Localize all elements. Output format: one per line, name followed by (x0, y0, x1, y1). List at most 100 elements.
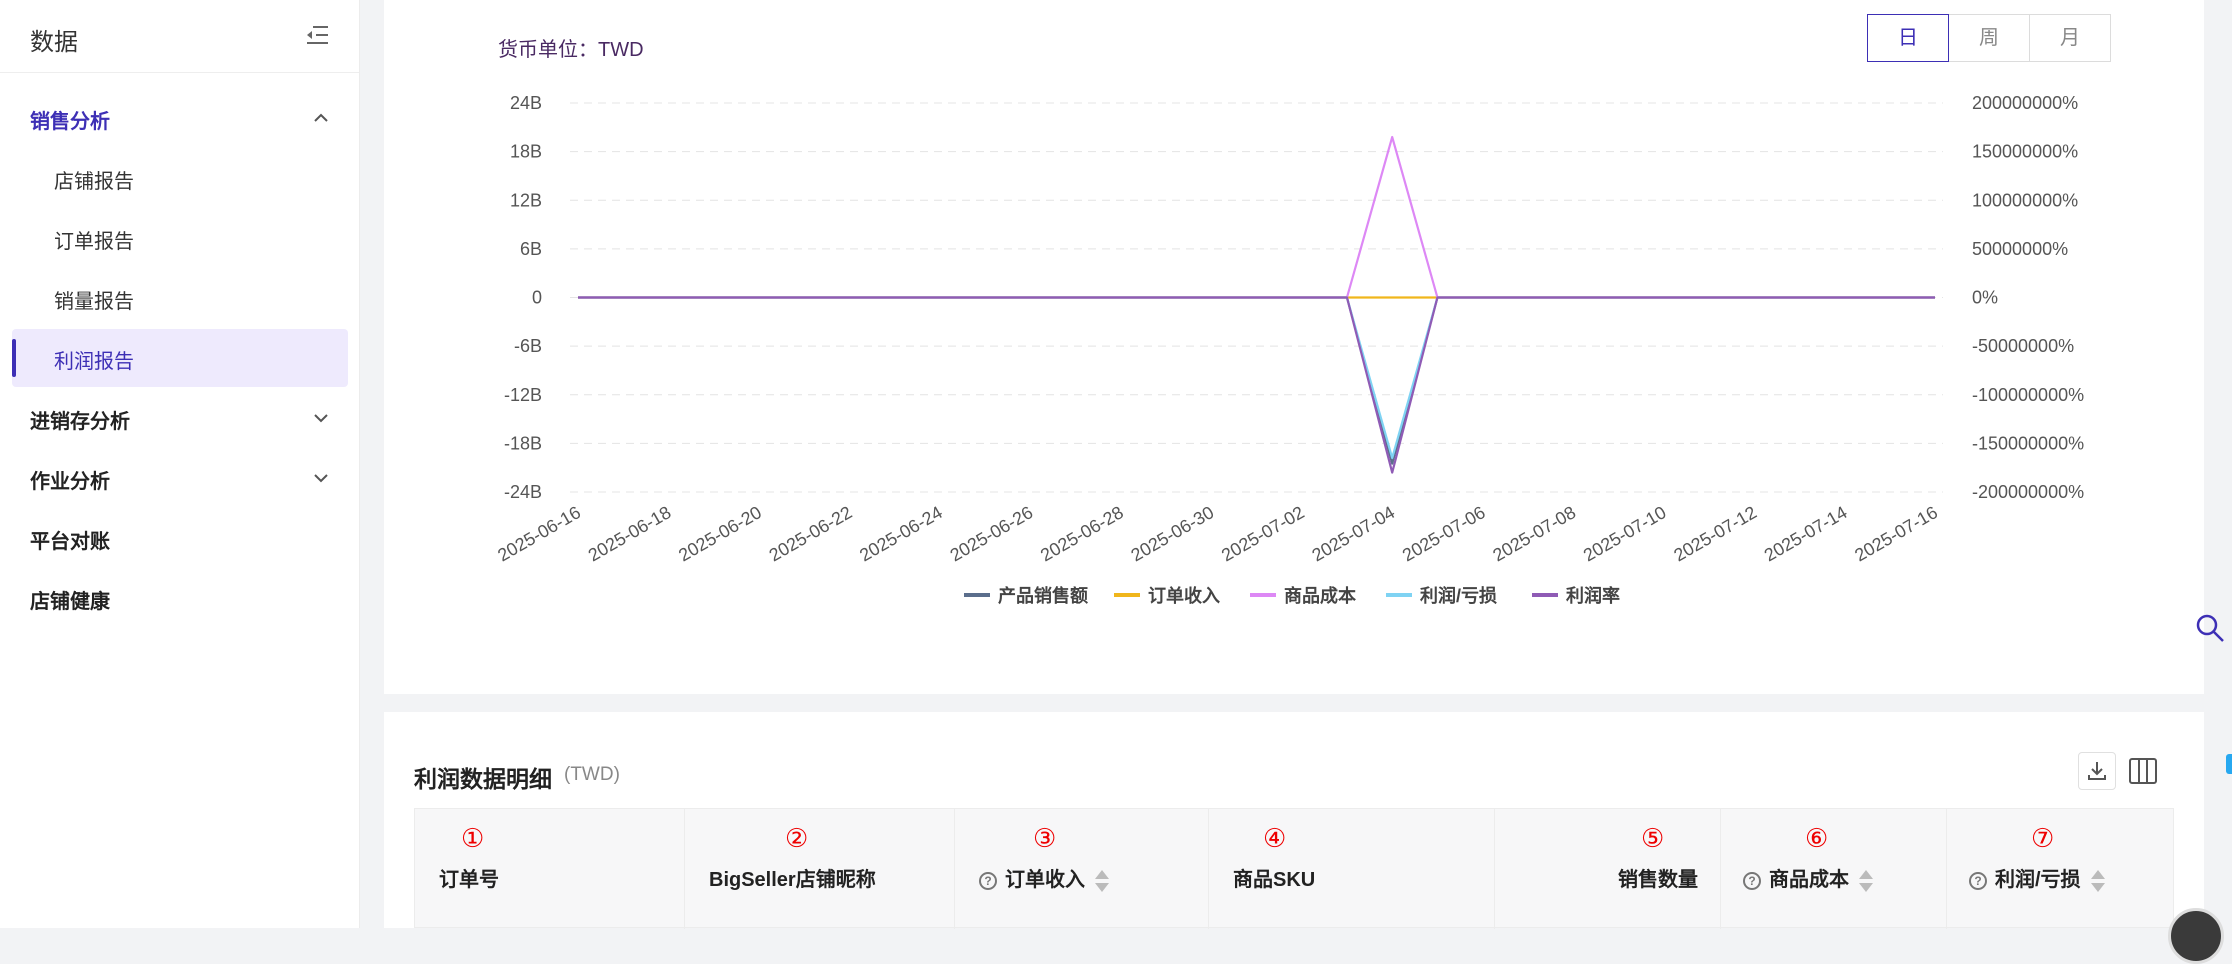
y-left-tick-label: -12B (504, 385, 542, 405)
x-tick-label: 2025-07-08 (1489, 502, 1579, 565)
column-marker: ⑤ (1641, 823, 1665, 853)
column-header-label: 销售数量 (1618, 869, 1698, 891)
y-right-tick-label: -50000000% (1972, 336, 2074, 356)
x-tick-label: 2025-07-12 (1670, 502, 1760, 565)
series-line (578, 135, 1935, 299)
column-header-label: 商品SKU (1233, 869, 1316, 891)
selected-indicator (12, 339, 16, 377)
column-marker: ① (461, 823, 485, 853)
y-left-tick-label: 12B (510, 190, 542, 210)
column-sales-qty: ⑤ 销售数量 (1495, 809, 1721, 929)
column-header-label: 利润/亏损 (1995, 869, 2081, 891)
sidebar-header: 数据 (0, 0, 359, 73)
chevron-down-icon (314, 474, 328, 483)
column-marker: ② (785, 823, 809, 853)
sidebar-item-store-health[interactable]: 店铺健康 (0, 569, 360, 627)
x-tick-label: 2025-06-16 (494, 502, 584, 565)
sort-icon[interactable] (2090, 869, 2105, 893)
y-right-tick-label: -100000000% (1972, 385, 2084, 405)
x-tick-label: 2025-06-22 (766, 502, 856, 565)
x-tick-label: 2025-06-18 (585, 502, 675, 565)
sidebar-item-sales-volume-report[interactable]: 销量报告 (12, 269, 348, 327)
profit-detail-card: 利润数据明细 (TWD) ① 订单号 ② BigSeller店铺昵称 ③ ? 订单… (384, 712, 2204, 929)
profit-line-chart: 24B 200000000% 18B 150000000% 12B 100000000% 6… (494, 93, 2084, 606)
sidebar-item-inventory-analysis[interactable]: 进销存分析 (0, 389, 360, 447)
sidebar-item-platform-reconciliation[interactable]: 平台对账 (0, 509, 360, 567)
y-left-tick-label: 0 (532, 288, 542, 308)
x-tick-label: 2025-07-10 (1580, 502, 1670, 565)
column-profit-loss[interactable]: ⑦ ? 利润/亏损 (1947, 809, 2175, 929)
y-right-tick-label: 0% (1972, 288, 1998, 308)
sidebar-item-label: 销售分析 (30, 111, 110, 133)
x-tick-label: 2025-06-28 (1037, 502, 1127, 565)
chart-card: 货币单位：TWD 日 周 月 24B 200000000% 18B 150000000… (384, 0, 2204, 694)
sidebar-item-label: 店铺健康 (30, 591, 110, 613)
y-left-tick-label: -6B (514, 336, 542, 356)
column-header-label: 订单号 (439, 869, 499, 891)
download-icon (2088, 762, 2106, 780)
series-line (578, 296, 1935, 465)
sidebar-item-label: 进销存分析 (30, 411, 130, 433)
x-tick-label: 2025-07-02 (1218, 502, 1308, 565)
table-header: ① 订单号 ② BigSeller店铺昵称 ③ ? 订单收入 ④ 商品SKU ⑤ … (414, 808, 2175, 929)
help-icon[interactable]: ? (979, 871, 997, 890)
help-icon[interactable]: ? (1743, 871, 1761, 890)
sidebar-item-profit-report[interactable]: 利润报告 (12, 329, 348, 387)
y-right-tick-label: -150000000% (1972, 433, 2084, 453)
sidebar-item-operation-analysis[interactable]: 作业分析 (0, 449, 360, 507)
column-product-sku: ④ 商品SKU (1209, 809, 1495, 929)
x-tick-label: 2025-06-24 (856, 502, 946, 565)
sidebar-item-label: 订单报告 (54, 231, 134, 253)
legend-item-label: 订单收入 (1148, 585, 1220, 606)
chevron-down-icon (314, 414, 328, 423)
sidebar-item-label: 作业分析 (30, 471, 110, 493)
columns-settings-button[interactable] (2124, 752, 2162, 790)
column-order-income[interactable]: ③ ? 订单收入 (955, 809, 1209, 929)
y-right-tick-label: 100000000% (1972, 190, 2078, 210)
support-avatar[interactable] (2168, 908, 2224, 964)
menu-collapse-icon[interactable] (305, 24, 329, 46)
chevron-up-icon (314, 113, 328, 122)
table-title: 利润数据明细 (414, 766, 552, 792)
column-header-label: BigSeller店铺昵称 (709, 869, 876, 891)
y-right-tick-label: -200000000% (1972, 482, 2084, 502)
column-marker: ⑦ (2031, 823, 2055, 853)
legend-item-label: 商品成本 (1284, 585, 1356, 606)
column-marker: ④ (1263, 823, 1287, 853)
column-header-label: 订单收入 (1005, 869, 1085, 891)
sort-icon[interactable] (1859, 869, 1873, 893)
sort-icon[interactable] (1095, 869, 1109, 893)
y-right-tick-label: 150000000% (1972, 142, 2078, 162)
period-tab-day[interactable]: 日 (1867, 14, 1949, 62)
sidebar-item-sales-analysis[interactable]: 销售分析 (0, 89, 360, 147)
sidebar-item-label: 平台对账 (30, 531, 110, 553)
x-tick-label: 2025-06-26 (947, 502, 1037, 565)
legend-item-label: 利润/亏损 (1420, 585, 1497, 606)
column-marker: ③ (1033, 823, 1057, 853)
sidebar-item-label: 销量报告 (54, 291, 134, 313)
y-left-tick-label: -24B (504, 482, 542, 502)
legend-item-label: 利润率 (1566, 585, 1620, 606)
search-icon[interactable] (2194, 612, 2226, 644)
x-tick-label: 2025-07-14 (1761, 502, 1851, 565)
column-order-no: ① 订单号 (415, 809, 685, 929)
y-left-tick-label: 18B (510, 142, 542, 162)
sidebar-item-order-report[interactable]: 订单报告 (12, 209, 348, 267)
download-button[interactable] (2078, 752, 2116, 790)
legend-item-label: 产品销售额 (998, 585, 1088, 606)
x-tick-label: 2025-06-20 (675, 502, 765, 565)
column-product-cost[interactable]: ⑥ ? 商品成本 (1721, 809, 1947, 929)
sidebar-item-label: 店铺报告 (54, 171, 134, 193)
series-line (578, 296, 1935, 474)
y-right-tick-label: 50000000% (1972, 239, 2068, 259)
x-tick-label: 2025-07-06 (1399, 502, 1489, 565)
help-icon[interactable]: ? (1969, 871, 1987, 890)
x-tick-label: 2025-06-30 (1128, 502, 1218, 565)
sidebar-item-store-report[interactable]: 店铺报告 (12, 149, 348, 207)
column-marker: ⑥ (1805, 823, 1829, 853)
table-unit: (TWD) (564, 764, 620, 785)
column-header-label: 商品成本 (1769, 869, 1849, 891)
column-store-nickname: ② BigSeller店铺昵称 (685, 809, 955, 929)
y-left-tick-label: 6B (520, 239, 542, 259)
side-drawer-tab[interactable] (2226, 754, 2232, 774)
